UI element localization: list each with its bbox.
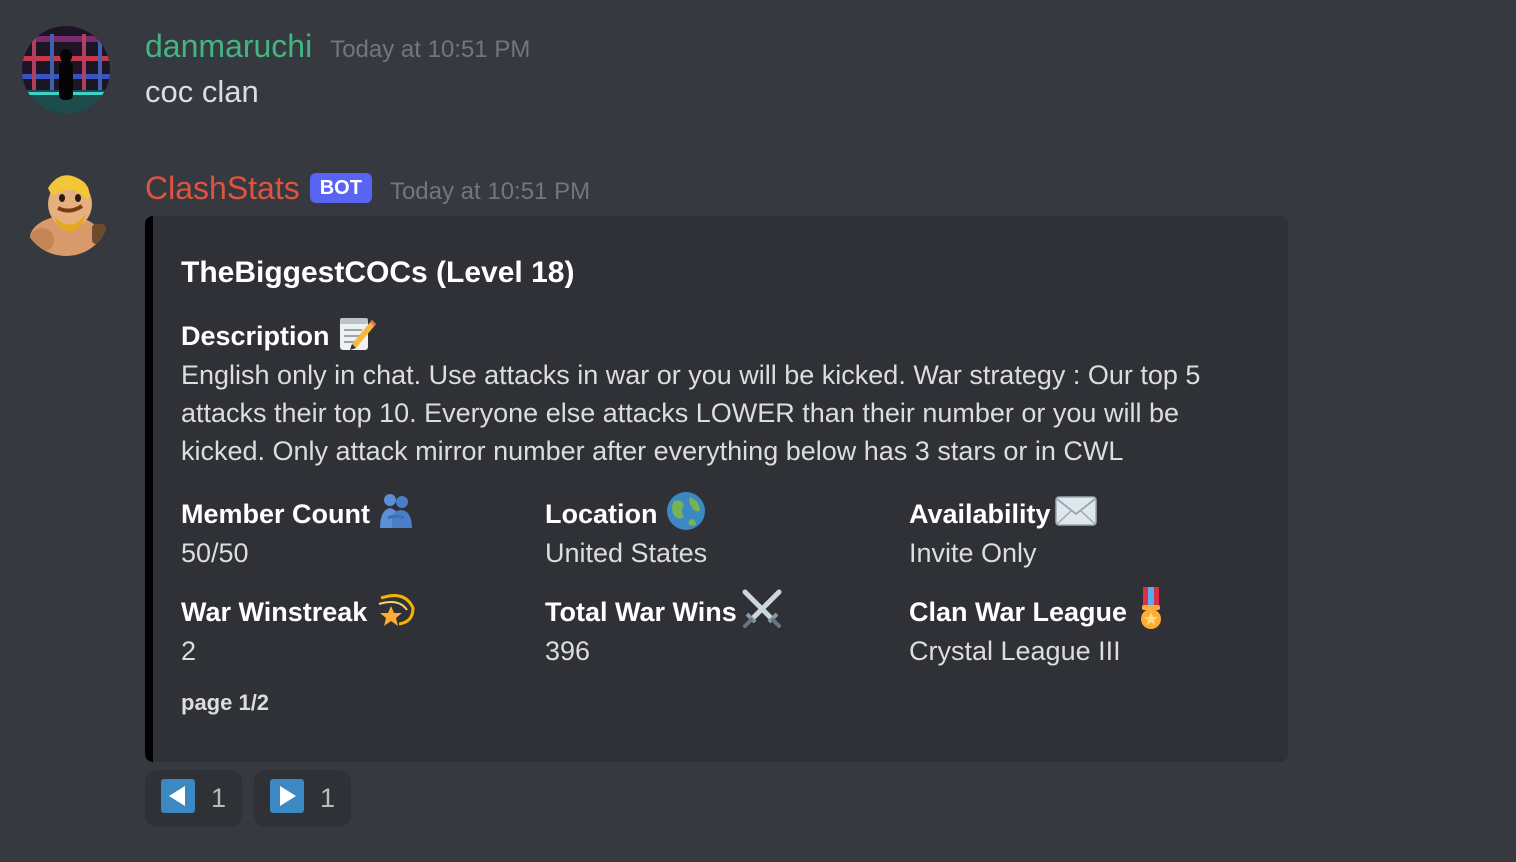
message-header: danmaruchi Today at 10:51 PM [145, 26, 530, 66]
field-member-count: Member Count 50/50 [181, 492, 414, 572]
field-name: Description [181, 320, 330, 351]
field-name: Location [545, 498, 658, 529]
field-name: Clan War League [909, 596, 1128, 627]
barbarian-avatar-icon[interactable] [22, 168, 110, 256]
field-location: Location United States [545, 491, 708, 572]
field-total-war-wins: Total War Wins 396 [545, 589, 783, 670]
username[interactable]: danmaruchi [145, 26, 312, 66]
reactions-bar: 1 1 [145, 770, 363, 827]
field-name: War Winstreak [181, 596, 368, 627]
left-arrow-icon [160, 779, 195, 818]
reaction-previous-page[interactable]: 1 [145, 770, 242, 827]
memo-icon [338, 314, 376, 359]
field-value: 396 [545, 636, 591, 666]
field-name: Member Count [181, 498, 370, 529]
reaction-count: 1 [210, 783, 227, 813]
field-availability: Availability Invite Only [909, 494, 1097, 572]
reaction-next-page[interactable]: 1 [254, 770, 351, 827]
field-value: 50/50 [181, 538, 249, 568]
dizzy-star-icon [375, 590, 415, 635]
right-arrow-icon [269, 779, 304, 818]
field-name: Availability [909, 498, 1051, 529]
embed-title: TheBiggestCOCs (Level 18) [181, 256, 575, 289]
field-clan-war-league: Clan War League Crystal League III [909, 586, 1165, 670]
military-medal-icon [1137, 586, 1165, 638]
message-header: ClashStats BOT Today at 10:51 PM [145, 168, 590, 208]
crossed-swords-icon [741, 588, 783, 637]
bot-badge: BOT [309, 173, 372, 203]
field-value: United States [545, 538, 708, 568]
description-text: English only in chat. Use attacks in war… [181, 360, 1201, 466]
timestamp: Today at 10:51 PM [389, 178, 591, 205]
field-war-winstreak: War Winstreak 2 [181, 592, 415, 670]
field-value: Invite Only [909, 538, 1037, 568]
field-value: 2 [181, 636, 197, 666]
clan-embed: TheBiggestCOCs (Level 18) Description En… [145, 216, 1288, 762]
field-name: Total War Wins [545, 596, 737, 627]
embed-footer: page 1/2 [181, 690, 270, 715]
field-description: Description English only in chat. Use at… [181, 316, 1261, 470]
chat-messages: danmaruchi Today at 10:51 PM coc clan Cl… [0, 0, 1516, 862]
people-hugging-icon [378, 492, 414, 537]
reaction-count: 1 [319, 783, 336, 813]
user-avatar-icon[interactable] [22, 26, 110, 114]
timestamp: Today at 10:51 PM [330, 36, 531, 63]
envelope-icon [1054, 495, 1097, 534]
field-value: Crystal League III [909, 636, 1121, 666]
globe-icon [666, 491, 706, 538]
username[interactable]: ClashStats [145, 168, 300, 208]
message-content: coc clan [145, 74, 259, 109]
